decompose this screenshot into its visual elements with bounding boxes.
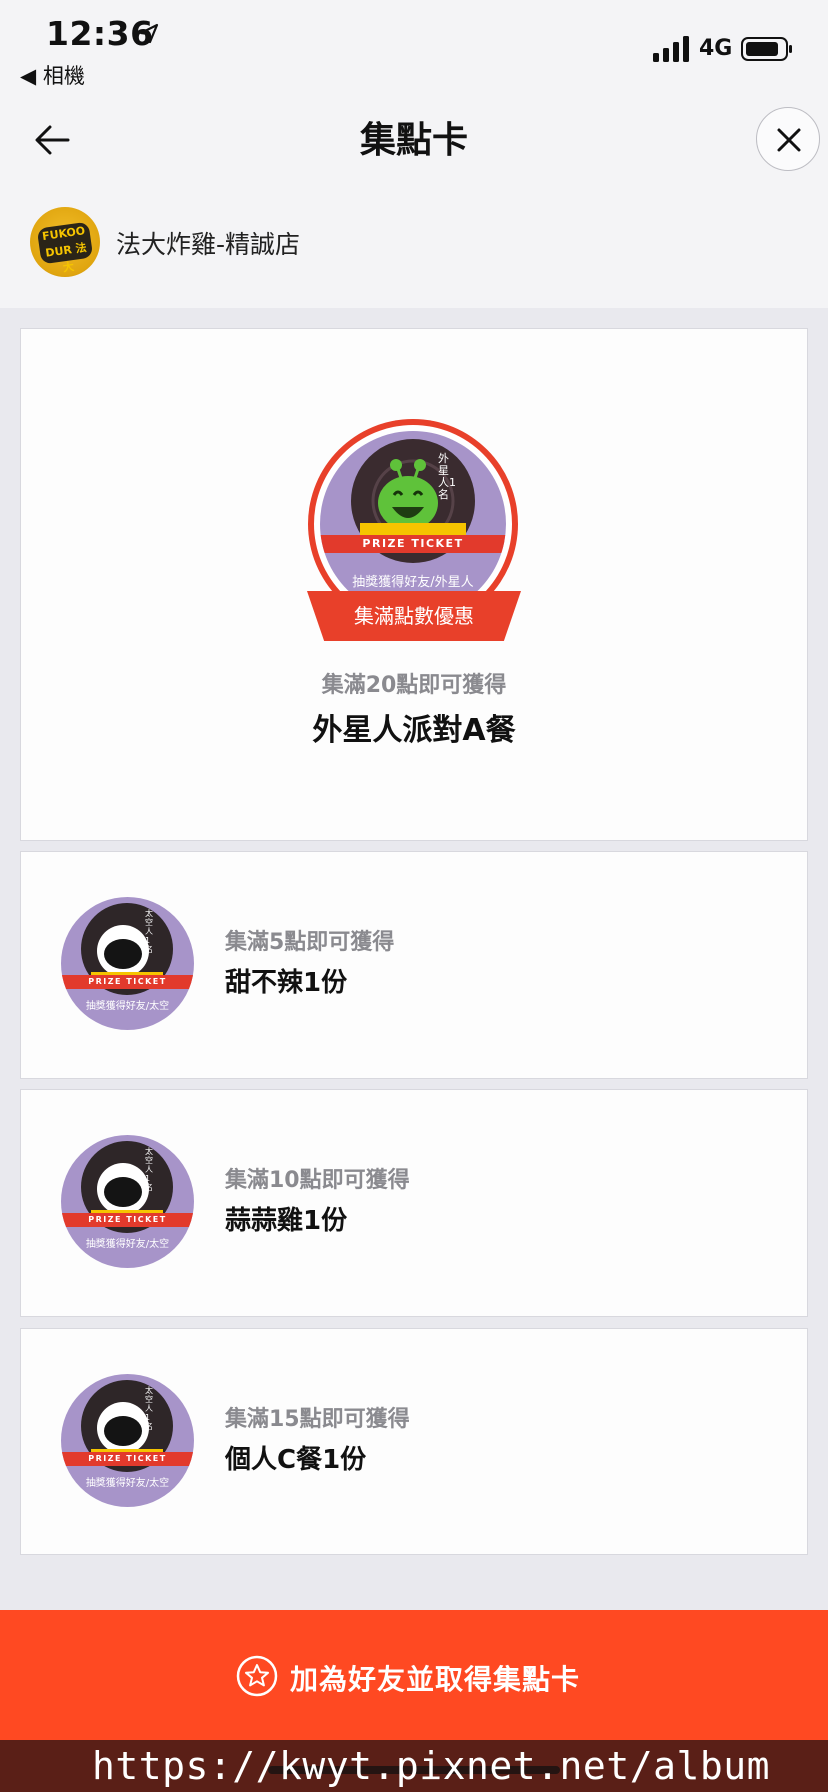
badge-text: 外星人1名 (438, 452, 456, 501)
reward-card: PRIZE TICKET 太空人1名 抽獎獲得好友/太空 集滿10點即可獲得 蒜… (20, 1089, 808, 1317)
network-type: 4G (699, 36, 733, 61)
watermark: https://kwyt.pixnet.net/album (92, 1744, 770, 1788)
main-reward-card: PRIZE TICKET 外星人1名 抽獎獲得好友/外星人 集滿點數優惠 集滿2… (20, 328, 808, 841)
badge-text: 太空人1名 (145, 1386, 153, 1431)
prize-ticket-label: PRIZE TICKET (61, 975, 194, 989)
close-icon (777, 128, 801, 152)
add-friend-button[interactable]: 加為好友並取得集點卡 (0, 1610, 828, 1740)
add-friend-label: 加為好友並取得集點卡 (290, 1663, 581, 1696)
alien-prize-image: PRIZE TICKET 外星人1名 抽獎獲得好友/外星人 (320, 431, 506, 617)
reward-title: 個人C餐1份 (225, 1445, 367, 1475)
store-logo-text: FUKOO DUR 法大 (36, 221, 94, 274)
main-reward-ribbon: 集滿點數優惠 (307, 591, 521, 641)
close-button[interactable] (756, 107, 820, 171)
signal-icon (653, 36, 689, 62)
astronaut-prize-image: PRIZE TICKET 太空人1名 抽獎獲得好友/太空 (61, 1135, 194, 1268)
page-title: 集點卡 (359, 120, 468, 161)
badge-text: 太空人1名 (145, 909, 153, 954)
prize-ticket-label: PRIZE TICKET (61, 1452, 194, 1466)
reward-subtitle: 集滿15點即可獲得 (225, 1407, 410, 1432)
main-reward-subtitle: 集滿20點即可獲得 (321, 673, 507, 698)
store-logo: FUKOO DUR 法大 (30, 207, 100, 277)
prize-ticket-label: PRIZE TICKET (61, 1213, 194, 1227)
star-circle-icon (236, 1655, 278, 1697)
reward-subtitle: 集滿10點即可獲得 (225, 1168, 410, 1193)
store-name: 法大炸雞-精誠店 (116, 230, 301, 259)
reward-title: 甜不辣1份 (225, 968, 348, 998)
badge-caption: 抽獎獲得好友/太空 (85, 1478, 170, 1489)
badge-text: 太空人1名 (145, 1147, 153, 1192)
badge-caption: 抽獎獲得好友/太空 (85, 1001, 170, 1012)
badge-caption: 抽獎獲得好友/太空 (85, 1239, 170, 1250)
reward-subtitle: 集滿5點即可獲得 (225, 930, 395, 955)
astronaut-prize-image: PRIZE TICKET 太空人1名 抽獎獲得好友/太空 (61, 897, 194, 1030)
prize-ticket-label: PRIZE TICKET (320, 535, 506, 553)
reward-title: 蒜蒜雞1份 (225, 1206, 348, 1236)
main-reward-title: 外星人派對A餐 (312, 713, 516, 748)
battery-icon (741, 37, 792, 61)
back-to-app-link[interactable]: ◀ 相機 (20, 60, 85, 90)
reward-card: PRIZE TICKET 太空人1名 抽獎獲得好友/太空 集滿15點即可獲得 個… (20, 1328, 808, 1555)
astronaut-prize-image: PRIZE TICKET 太空人1名 抽獎獲得好友/太空 (61, 1374, 194, 1507)
reward-card: PRIZE TICKET 太空人1名 抽獎獲得好友/太空 集滿5點即可獲得 甜不… (20, 851, 808, 1079)
badge-caption: 抽獎獲得好友/外星人 (352, 575, 474, 590)
ribbon-label: 集滿點數優惠 (354, 604, 474, 628)
location-arrow-icon (139, 23, 159, 44)
